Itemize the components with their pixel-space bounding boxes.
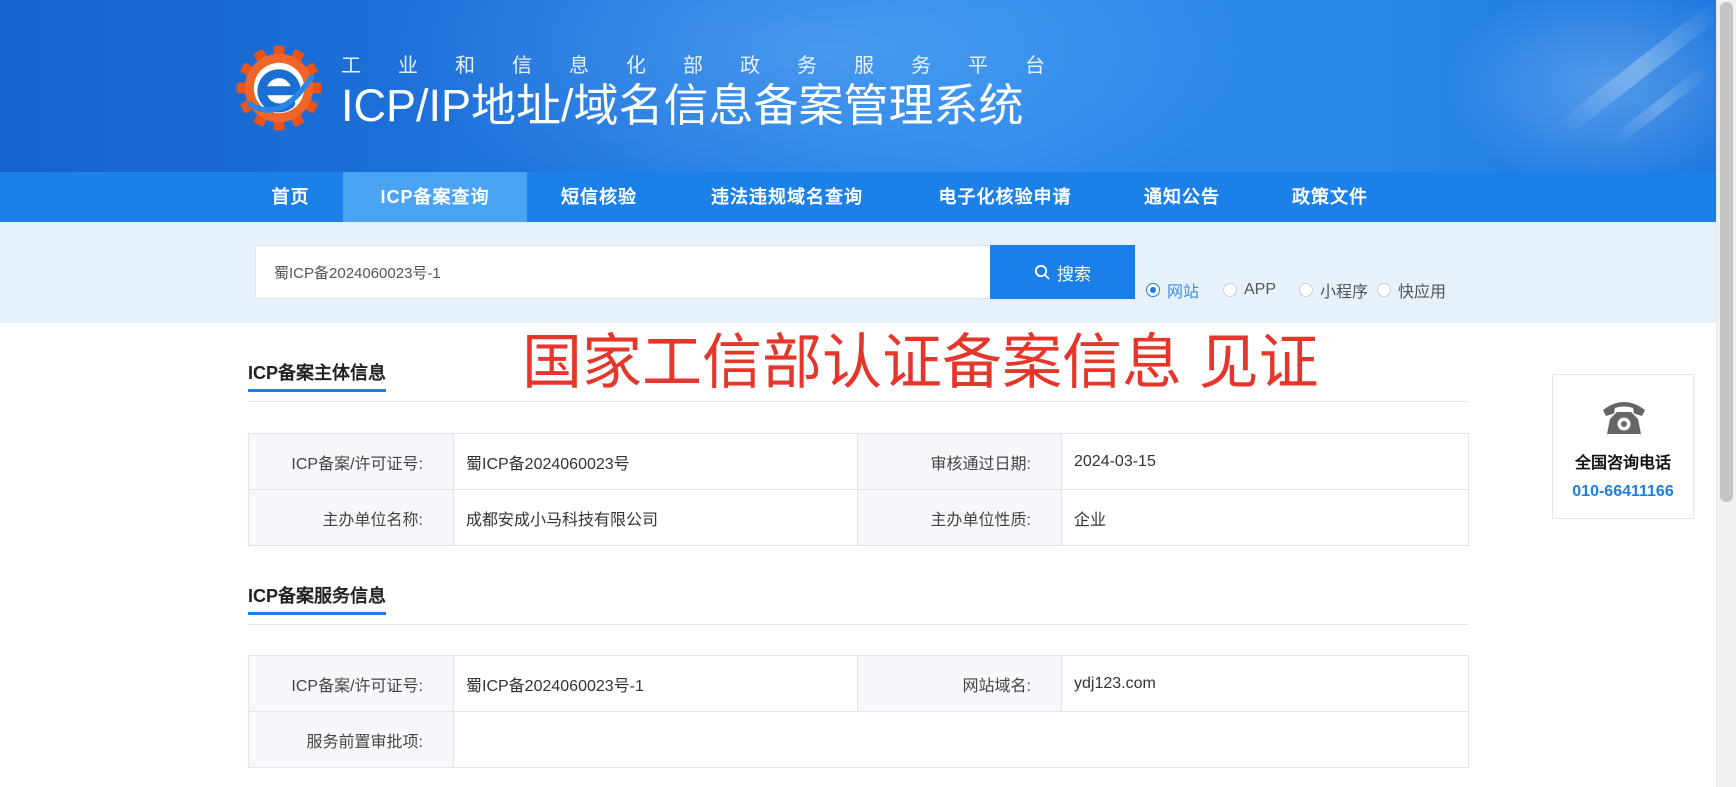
section-divider <box>248 401 1468 402</box>
table-value <box>454 712 1469 768</box>
table-label: ICP备案/许可证号: <box>249 434 454 490</box>
table-value: 蜀ICP备2024060023号 <box>454 434 858 490</box>
subject-info-table: ICP备案/许可证号: 蜀ICP备2024060023号 审核通过日期: 202… <box>248 433 1469 546</box>
header-decoration <box>1430 0 1716 172</box>
radio-label: 网站 <box>1167 284 1200 301</box>
subject-info-title: ICP备案主体信息 <box>248 363 387 383</box>
page: 工业和信息化部政务服务平台 ICP/IP地址/域名信息备案管理系统 首页 ICP… <box>0 0 1736 787</box>
radio-circle[interactable] <box>1377 283 1391 297</box>
radio-label: APP <box>1244 281 1277 298</box>
hotline-number[interactable]: 010-66411166 <box>1553 482 1693 502</box>
search-type-mini-program[interactable]: 小程序 <box>1299 279 1368 301</box>
table-label: 主办单位性质: <box>858 490 1062 546</box>
table-label: 审核通过日期: <box>858 434 1062 490</box>
table-label: 网站域名: <box>858 656 1062 712</box>
search-type-app[interactable]: APP <box>1223 279 1276 301</box>
main-nav: 首页 ICP备案查询 短信核验 违法违规域名查询 电子化核验申请 通知公告 政策… <box>0 172 1716 222</box>
nav-item-e-verify-apply[interactable]: 电子化核验申请 <box>920 172 1090 222</box>
vertical-scrollbar[interactable] <box>1716 0 1736 787</box>
table-value: 成都安成小马科技有限公司 <box>454 490 858 546</box>
table-value: 蜀ICP备2024060023号-1 <box>454 656 858 712</box>
system-title: ICP/IP地址/域名信息备案管理系统 <box>341 80 1024 131</box>
table-label: 服务前置审批项: <box>249 712 454 768</box>
search-type-website[interactable]: 网站 <box>1146 279 1199 301</box>
site-header: 工业和信息化部政务服务平台 ICP/IP地址/域名信息备案管理系统 <box>0 0 1716 172</box>
telephone-icon <box>1603 402 1645 434</box>
search-icon <box>1034 264 1050 280</box>
radio-label: 快应用 <box>1398 284 1447 301</box>
search-input[interactable] <box>255 245 990 299</box>
hotline-box: 全国咨询电话 010-66411166 <box>1552 374 1694 519</box>
nav-item-notices[interactable]: 通知公告 <box>1127 172 1237 222</box>
scrollbar-thumb[interactable] <box>1720 2 1733 502</box>
radio-circle[interactable] <box>1223 283 1237 297</box>
search-button-label: 搜索 <box>1057 264 1091 284</box>
section-divider <box>248 624 1468 625</box>
nav-item-icp-query[interactable]: ICP备案查询 <box>343 172 527 222</box>
nav-item-policy-docs[interactable]: 政策文件 <box>1275 172 1385 222</box>
table-label: 主办单位名称: <box>249 490 454 546</box>
section-underline <box>248 389 386 392</box>
radio-label: 小程序 <box>1320 284 1369 301</box>
table-value: ydj123.com <box>1062 656 1469 712</box>
service-info-title: ICP备案服务信息 <box>248 586 387 606</box>
search-band: 搜索 网站 APP 小程序 快应用 <box>0 222 1716 323</box>
nav-item-sms-verify[interactable]: 短信核验 <box>549 172 649 222</box>
overlay-caption: 国家工信部认证备案信息 见证 <box>522 329 1319 396</box>
nav-item-home[interactable]: 首页 <box>248 172 333 222</box>
table-value: 2024-03-15 <box>1062 434 1469 490</box>
platform-subtitle: 工业和信息化部政务服务平台 <box>341 55 1082 77</box>
table-value: 企业 <box>1062 490 1469 546</box>
radio-circle[interactable] <box>1146 283 1160 297</box>
search-button[interactable]: 搜索 <box>990 245 1135 299</box>
table-label: ICP备案/许可证号: <box>249 656 454 712</box>
miit-gear-logo-icon[interactable] <box>234 43 324 133</box>
hotline-label: 全国咨询电话 <box>1574 455 1671 472</box>
nav-item-illegal-domain-query[interactable]: 违法违规域名查询 <box>692 172 882 222</box>
service-info-table: ICP备案/许可证号: 蜀ICP备2024060023号-1 网站域名: ydj… <box>248 655 1469 768</box>
radio-circle[interactable] <box>1299 283 1313 297</box>
section-underline <box>248 612 386 615</box>
search-type-quick-app[interactable]: 快应用 <box>1377 279 1446 301</box>
